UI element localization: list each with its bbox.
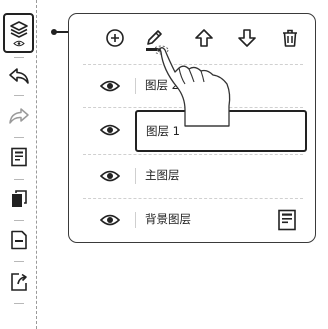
toolbar-separator	[14, 303, 24, 304]
eye-icon[interactable]	[100, 78, 120, 94]
delete-layer-button[interactable]	[277, 25, 303, 51]
eye-icon[interactable]	[100, 122, 120, 138]
add-layer-button[interactable]	[102, 25, 128, 51]
export-icon	[10, 272, 28, 292]
copy-page-icon	[10, 189, 28, 209]
layer-label: 主图层	[145, 168, 180, 182]
layers-icon	[9, 20, 29, 40]
eye-icon[interactable]	[100, 212, 120, 228]
toolbar-separator	[14, 137, 24, 138]
layer-label: 背景图层	[145, 212, 191, 226]
row-divider	[83, 198, 303, 199]
toolbar-separator	[14, 179, 24, 180]
eye-small-icon	[12, 40, 25, 47]
undo-icon	[8, 66, 30, 86]
trash-icon	[280, 28, 300, 48]
background-settings-icon[interactable]	[277, 209, 297, 231]
copy-page-button[interactable]	[3, 183, 34, 214]
row-divider	[83, 154, 303, 155]
toolbar-separator	[14, 220, 24, 221]
toolbar-border	[36, 0, 37, 329]
side-toolbar	[0, 0, 37, 329]
remove-page-icon	[10, 230, 28, 250]
layer-row[interactable]: 背景图层	[69, 200, 315, 240]
toolbar-separator	[14, 261, 24, 262]
redo-icon	[8, 106, 30, 126]
row-separator	[135, 168, 136, 184]
page-icon	[10, 147, 28, 167]
layer-row[interactable]: 主图层	[69, 156, 315, 196]
page-button[interactable]	[3, 141, 34, 172]
row-separator	[135, 78, 136, 94]
hand-pointer-icon	[155, 40, 243, 140]
toolbar-separator	[14, 57, 24, 58]
export-button[interactable]	[3, 266, 34, 297]
eye-icon[interactable]	[100, 168, 120, 184]
remove-page-button[interactable]	[3, 224, 34, 255]
row-separator	[135, 212, 136, 228]
add-layer-icon	[105, 28, 125, 48]
layers-button[interactable]	[3, 13, 34, 53]
undo-button[interactable]	[3, 60, 34, 91]
toolbar-separator	[14, 95, 24, 96]
redo-button[interactable]	[3, 100, 34, 131]
